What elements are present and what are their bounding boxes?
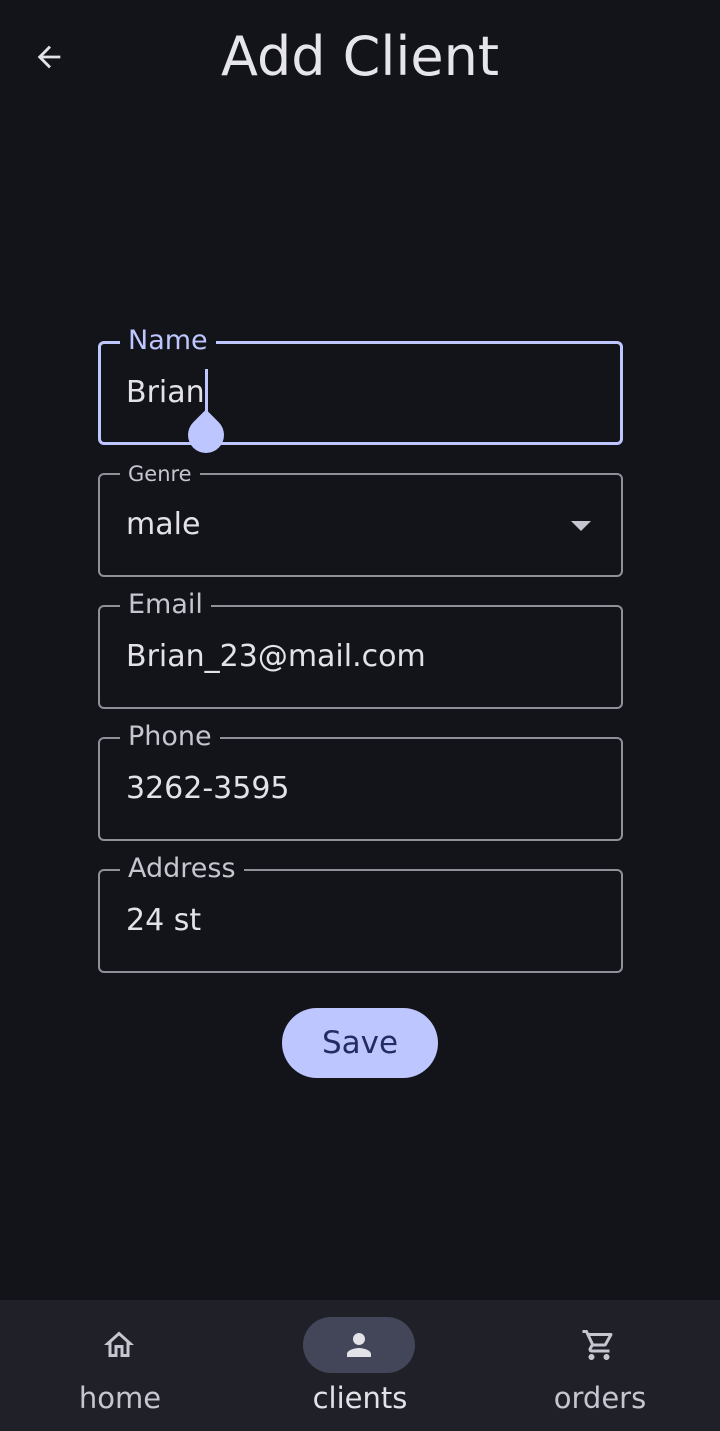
bottom-navigation-bar: home clients orders — [0, 1300, 720, 1431]
page-title: Add Client — [220, 25, 500, 88]
name-field-label: Name — [120, 325, 216, 357]
genre-field-label: Genre — [120, 461, 200, 487]
dropdown-arrow-icon[interactable] — [571, 521, 591, 531]
shopping-cart-icon — [582, 1330, 613, 1360]
address-field-label: Address — [120, 853, 244, 885]
person-icon — [347, 1333, 371, 1357]
nav-item-home[interactable]: home — [0, 1300, 240, 1431]
nav-label-home: home — [78, 1381, 162, 1415]
phone-field[interactable]: Phone — [98, 721, 623, 841]
address-field[interactable]: Address — [98, 853, 623, 973]
name-field[interactable]: Name — [98, 325, 623, 461]
nav-label-orders: orders — [553, 1381, 647, 1415]
nav-item-orders[interactable]: orders — [480, 1300, 720, 1431]
save-button[interactable]: Save — [282, 1008, 438, 1078]
top-app-bar: Add Client — [0, 0, 720, 116]
home-icon — [104, 1331, 134, 1357]
email-field-label: Email — [120, 589, 211, 621]
email-input[interactable] — [126, 637, 586, 677]
phone-field-label: Phone — [120, 721, 220, 753]
address-input[interactable] — [126, 901, 586, 941]
genre-selected-value: male — [126, 507, 201, 542]
name-input[interactable] — [126, 373, 586, 413]
genre-dropdown[interactable]: Genre male — [98, 461, 623, 577]
nav-label-clients: clients — [312, 1381, 408, 1415]
phone-input[interactable] — [126, 769, 586, 809]
nav-item-clients[interactable]: clients — [240, 1300, 480, 1431]
cursor-handle[interactable] — [180, 409, 232, 461]
text-cursor — [205, 369, 208, 415]
email-field[interactable]: Email — [98, 589, 623, 709]
